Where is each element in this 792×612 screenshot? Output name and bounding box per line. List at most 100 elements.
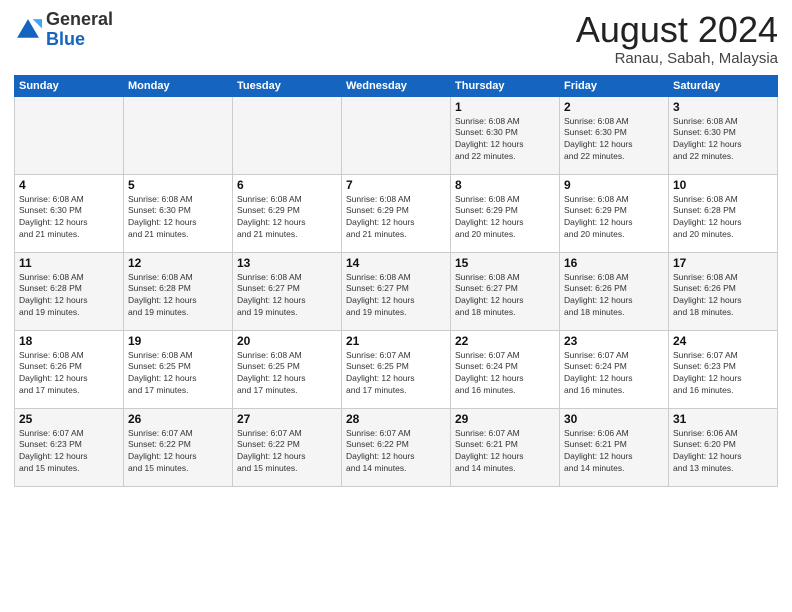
calendar-cell: 3 Sunrise: 6:08 AM Sunset: 6:30 PM Daylig… <box>669 96 778 174</box>
calendar-cell: 18 Sunrise: 6:08 AM Sunset: 6:26 PM Dayli… <box>15 330 124 408</box>
calendar-cell: 9 Sunrise: 6:08 AM Sunset: 6:29 PM Daylig… <box>560 174 669 252</box>
day-number: 21 <box>346 334 446 348</box>
calendar-cell: 2 Sunrise: 6:08 AM Sunset: 6:30 PM Daylig… <box>560 96 669 174</box>
day-info: Sunrise: 6:08 AM Sunset: 6:28 PM Dayligh… <box>19 272 119 320</box>
calendar-cell: 13 Sunrise: 6:08 AM Sunset: 6:27 PM Dayli… <box>233 252 342 330</box>
day-number: 12 <box>128 256 228 270</box>
day-info: Sunrise: 6:07 AM Sunset: 6:24 PM Dayligh… <box>455 350 555 398</box>
calendar-cell <box>233 96 342 174</box>
day-info: Sunrise: 6:08 AM Sunset: 6:27 PM Dayligh… <box>237 272 337 320</box>
calendar-cell: 23 Sunrise: 6:07 AM Sunset: 6:24 PM Dayli… <box>560 330 669 408</box>
day-number: 9 <box>564 178 664 192</box>
day-info: Sunrise: 6:08 AM Sunset: 6:30 PM Dayligh… <box>564 116 664 164</box>
col-tuesday: Tuesday <box>233 75 342 96</box>
day-number: 13 <box>237 256 337 270</box>
calendar-table: Sunday Monday Tuesday Wednesday Thursday… <box>14 75 778 487</box>
day-info: Sunrise: 6:07 AM Sunset: 6:22 PM Dayligh… <box>128 428 228 476</box>
calendar-cell <box>15 96 124 174</box>
logo-icon <box>14 16 42 44</box>
page: General Blue August 2024 Ranau, Sabah, M… <box>0 0 792 612</box>
day-info: Sunrise: 6:08 AM Sunset: 6:25 PM Dayligh… <box>237 350 337 398</box>
day-info: Sunrise: 6:08 AM Sunset: 6:28 PM Dayligh… <box>128 272 228 320</box>
col-thursday: Thursday <box>451 75 560 96</box>
calendar-week-3: 18 Sunrise: 6:08 AM Sunset: 6:26 PM Dayli… <box>15 330 778 408</box>
day-info: Sunrise: 6:08 AM Sunset: 6:30 PM Dayligh… <box>673 116 773 164</box>
calendar-cell: 25 Sunrise: 6:07 AM Sunset: 6:23 PM Dayli… <box>15 408 124 486</box>
calendar-cell: 30 Sunrise: 6:06 AM Sunset: 6:21 PM Dayli… <box>560 408 669 486</box>
day-number: 5 <box>128 178 228 192</box>
day-info: Sunrise: 6:07 AM Sunset: 6:21 PM Dayligh… <box>455 428 555 476</box>
day-number: 18 <box>19 334 119 348</box>
calendar-cell: 11Sunrise: 6:08 AM Sunset: 6:28 PM Dayli… <box>15 252 124 330</box>
day-info: Sunrise: 6:08 AM Sunset: 6:29 PM Dayligh… <box>237 194 337 242</box>
calendar-cell: 4 Sunrise: 6:08 AM Sunset: 6:30 PM Daylig… <box>15 174 124 252</box>
day-number: 29 <box>455 412 555 426</box>
header: General Blue August 2024 Ranau, Sabah, M… <box>14 10 778 67</box>
calendar-cell: 24 Sunrise: 6:07 AM Sunset: 6:23 PM Dayli… <box>669 330 778 408</box>
calendar-header: Sunday Monday Tuesday Wednesday Thursday… <box>15 75 778 96</box>
day-number: 1 <box>455 100 555 114</box>
day-number: 14 <box>346 256 446 270</box>
day-info: Sunrise: 6:08 AM Sunset: 6:29 PM Dayligh… <box>455 194 555 242</box>
location: Ranau, Sabah, Malaysia <box>576 50 778 67</box>
calendar-week-1: 4 Sunrise: 6:08 AM Sunset: 6:30 PM Daylig… <box>15 174 778 252</box>
day-number: 31 <box>673 412 773 426</box>
day-number: 2 <box>564 100 664 114</box>
day-info: Sunrise: 6:08 AM Sunset: 6:26 PM Dayligh… <box>19 350 119 398</box>
day-info: Sunrise: 6:08 AM Sunset: 6:26 PM Dayligh… <box>673 272 773 320</box>
day-info: Sunrise: 6:08 AM Sunset: 6:29 PM Dayligh… <box>346 194 446 242</box>
logo-text: General Blue <box>46 10 113 50</box>
day-number: 3 <box>673 100 773 114</box>
calendar-cell: 15 Sunrise: 6:08 AM Sunset: 6:27 PM Dayli… <box>451 252 560 330</box>
day-info: Sunrise: 6:06 AM Sunset: 6:21 PM Dayligh… <box>564 428 664 476</box>
day-number: 25 <box>19 412 119 426</box>
day-number: 7 <box>346 178 446 192</box>
day-info: Sunrise: 6:08 AM Sunset: 6:27 PM Dayligh… <box>455 272 555 320</box>
day-number: 30 <box>564 412 664 426</box>
calendar-cell: 12 Sunrise: 6:08 AM Sunset: 6:28 PM Dayli… <box>124 252 233 330</box>
day-info: Sunrise: 6:07 AM Sunset: 6:24 PM Dayligh… <box>564 350 664 398</box>
logo-blue: Blue <box>46 29 85 49</box>
calendar-cell <box>124 96 233 174</box>
month-year: August 2024 <box>576 10 778 50</box>
day-info: Sunrise: 6:07 AM Sunset: 6:25 PM Dayligh… <box>346 350 446 398</box>
calendar-week-0: 1 Sunrise: 6:08 AM Sunset: 6:30 PM Daylig… <box>15 96 778 174</box>
calendar-week-2: 11Sunrise: 6:08 AM Sunset: 6:28 PM Dayli… <box>15 252 778 330</box>
calendar-cell: 28 Sunrise: 6:07 AM Sunset: 6:22 PM Dayli… <box>342 408 451 486</box>
day-number: 4 <box>19 178 119 192</box>
day-number: 19 <box>128 334 228 348</box>
day-info: Sunrise: 6:08 AM Sunset: 6:29 PM Dayligh… <box>564 194 664 242</box>
col-monday: Monday <box>124 75 233 96</box>
calendar-cell: 29 Sunrise: 6:07 AM Sunset: 6:21 PM Dayli… <box>451 408 560 486</box>
calendar-cell: 7 Sunrise: 6:08 AM Sunset: 6:29 PM Daylig… <box>342 174 451 252</box>
day-number: 6 <box>237 178 337 192</box>
calendar-cell: 17Sunrise: 6:08 AM Sunset: 6:26 PM Dayli… <box>669 252 778 330</box>
day-info: Sunrise: 6:08 AM Sunset: 6:25 PM Dayligh… <box>128 350 228 398</box>
day-info: Sunrise: 6:08 AM Sunset: 6:27 PM Dayligh… <box>346 272 446 320</box>
calendar-cell: 20 Sunrise: 6:08 AM Sunset: 6:25 PM Dayli… <box>233 330 342 408</box>
col-friday: Friday <box>560 75 669 96</box>
calendar-cell: 14 Sunrise: 6:08 AM Sunset: 6:27 PM Dayli… <box>342 252 451 330</box>
day-number: 24 <box>673 334 773 348</box>
day-number: 16 <box>564 256 664 270</box>
day-info: Sunrise: 6:08 AM Sunset: 6:30 PM Dayligh… <box>455 116 555 164</box>
day-info: Sunrise: 6:07 AM Sunset: 6:23 PM Dayligh… <box>19 428 119 476</box>
day-number: 26 <box>128 412 228 426</box>
day-info: Sunrise: 6:08 AM Sunset: 6:30 PM Dayligh… <box>19 194 119 242</box>
calendar-cell: 26 Sunrise: 6:07 AM Sunset: 6:22 PM Dayli… <box>124 408 233 486</box>
day-info: Sunrise: 6:07 AM Sunset: 6:22 PM Dayligh… <box>346 428 446 476</box>
day-number: 23 <box>564 334 664 348</box>
day-number: 20 <box>237 334 337 348</box>
day-number: 28 <box>346 412 446 426</box>
logo-general: General <box>46 9 113 29</box>
calendar-cell: 21 Sunrise: 6:07 AM Sunset: 6:25 PM Dayli… <box>342 330 451 408</box>
day-info: Sunrise: 6:07 AM Sunset: 6:23 PM Dayligh… <box>673 350 773 398</box>
calendar-week-4: 25 Sunrise: 6:07 AM Sunset: 6:23 PM Dayli… <box>15 408 778 486</box>
calendar-cell: 19 Sunrise: 6:08 AM Sunset: 6:25 PM Dayli… <box>124 330 233 408</box>
day-number: 15 <box>455 256 555 270</box>
col-wednesday: Wednesday <box>342 75 451 96</box>
calendar-cell: 31Sunrise: 6:06 AM Sunset: 6:20 PM Dayli… <box>669 408 778 486</box>
day-info: Sunrise: 6:08 AM Sunset: 6:30 PM Dayligh… <box>128 194 228 242</box>
day-number: 22 <box>455 334 555 348</box>
calendar-cell: 22 Sunrise: 6:07 AM Sunset: 6:24 PM Dayli… <box>451 330 560 408</box>
